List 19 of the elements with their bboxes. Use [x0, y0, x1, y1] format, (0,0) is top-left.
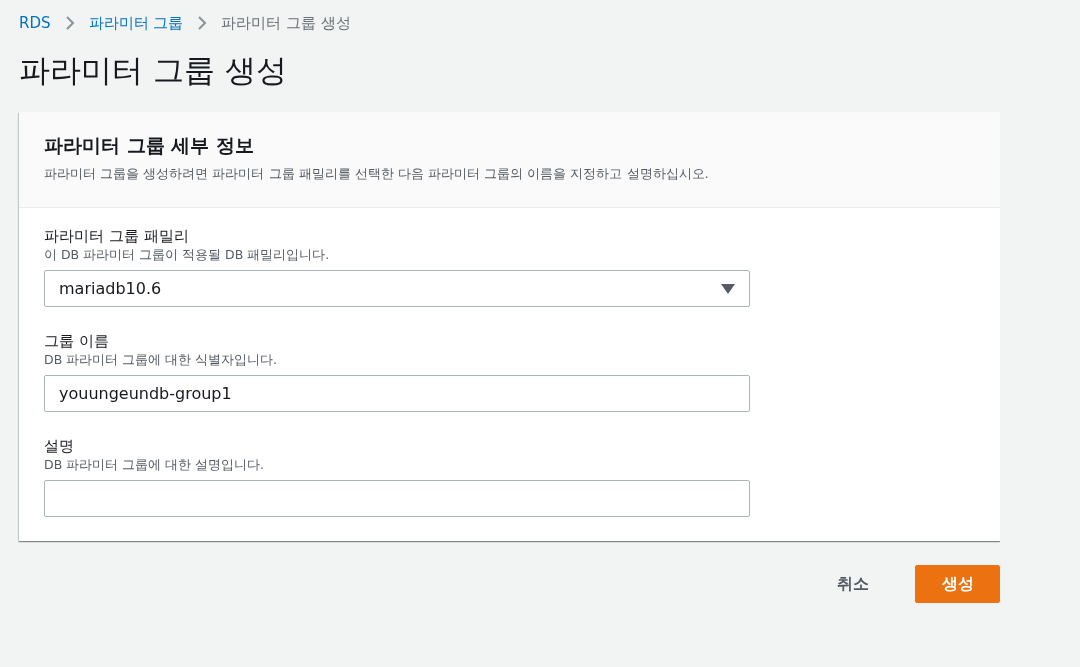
text-input[interactable]: youungeundb-group1: [44, 375, 750, 412]
chevron-right-icon: [64, 15, 75, 31]
field-hint: DB 파라미터 그룹에 대한 식별자입니다.: [44, 351, 279, 369]
cancel-button[interactable]: 취소: [817, 565, 889, 603]
panel-title: 파라미터 그룹 세부 정보: [44, 133, 255, 158]
breadcrumb-link[interactable]: RDS: [19, 14, 51, 32]
field-label: 파라미터 그룹 패밀리: [44, 226, 190, 246]
dropdown-caret-icon: [721, 283, 735, 294]
select-value: mariadb10.6: [59, 279, 162, 298]
field-label: 그룹 이름: [44, 331, 110, 351]
breadcrumb-link[interactable]: 파라미터 그룹: [88, 13, 184, 33]
panel-description: 파라미터 그룹을 생성하려면 파라미터 그룹 패밀리를 선택한 다음 파라미터 그룹의 이름을 지정하고 설명하십시오.: [44, 165, 710, 183]
field-label: 설명: [44, 436, 75, 456]
page-title: 파라미터 그룹 생성: [19, 51, 288, 90]
family-select[interactable]: mariadb10.6: [44, 270, 750, 307]
chevron-right-icon: [197, 15, 208, 31]
field-hint: DB 파라미터 그룹에 대한 설명입니다.: [44, 456, 266, 474]
field-hint: 이 DB 파라미터 그룹이 적용될 DB 패밀리입니다.: [44, 246, 331, 264]
breadcrumb-current: 파라미터 그룹 생성: [221, 13, 351, 33]
